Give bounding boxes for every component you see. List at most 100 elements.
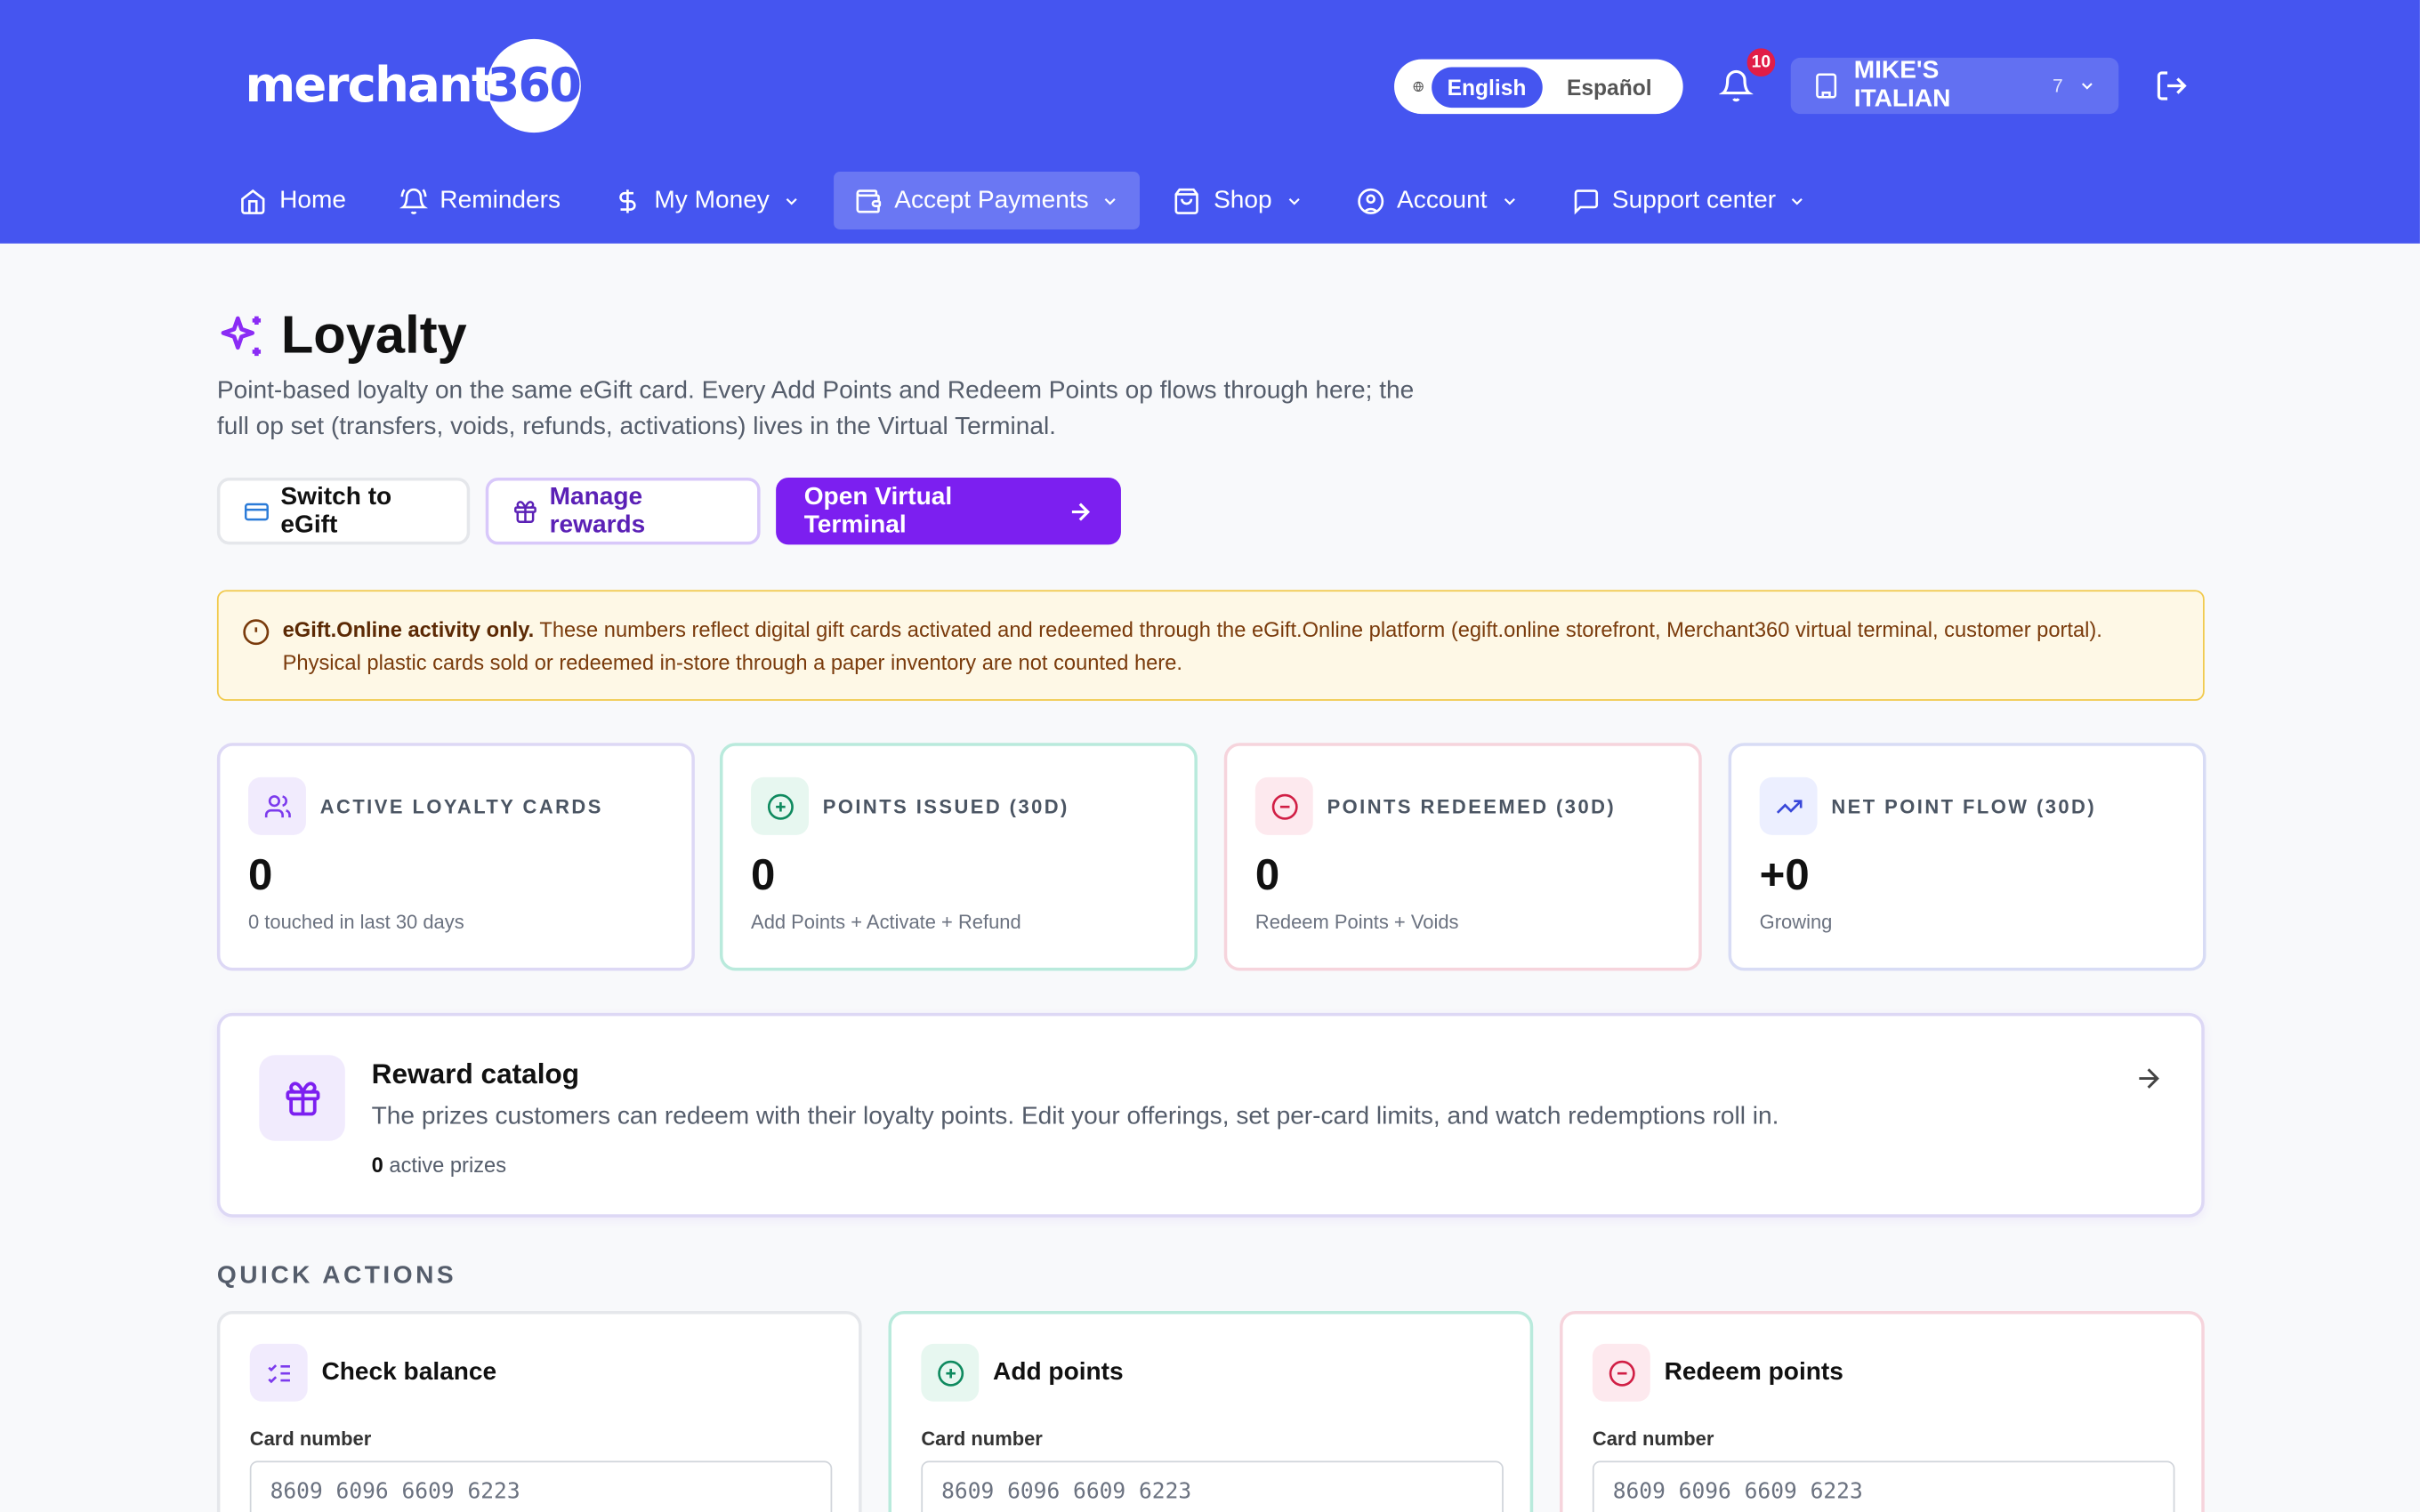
- stat-value: 0: [1254, 850, 1280, 899]
- list-check-icon: [267, 1363, 290, 1383]
- globe-icon: [1413, 81, 1424, 92]
- stat-card-active-loyalty: ACTIVE LOYALTY CARDS 0 0 touched in last…: [216, 743, 695, 971]
- page-description: Point-based loyalty on the same eGift ca…: [216, 377, 1415, 440]
- stat-card-points-issued: POINTS ISSUED (30D) 0 Add Points + Activ…: [719, 743, 1198, 971]
- users-icon: [263, 794, 290, 817]
- stat-value: 0: [751, 850, 776, 899]
- gift-icon: [285, 1081, 319, 1115]
- logo-text: merchant: [245, 57, 496, 115]
- switch-to-egift-button[interactable]: Switch to eGift: [216, 477, 471, 545]
- arrow-right-icon: [1071, 502, 1090, 520]
- alert-circle-icon: [243, 619, 270, 646]
- dollar-icon: [619, 189, 636, 213]
- quick-action-check-balance: Check balance Card number: [216, 1311, 862, 1512]
- bell-ring-icon: [399, 188, 428, 213]
- nav-home[interactable]: Home: [219, 172, 367, 229]
- merchant360-logo[interactable]: merchant 360: [245, 37, 582, 134]
- quick-actions-heading: QUICK ACTIONS: [216, 1262, 457, 1290]
- app-root: merchant 360 English Español 10 MIKE'S I…: [0, 0, 2420, 1512]
- page-title-row: Loyalty: [217, 306, 467, 366]
- catalog-description: The prizes customers can redeem with the…: [371, 1103, 1779, 1130]
- nav-shop[interactable]: Shop: [1153, 172, 1324, 229]
- nav-label: Accept Payments: [894, 186, 1089, 213]
- card-number-label: Card number: [921, 1428, 1043, 1451]
- active-prizes-count: 0: [371, 1153, 383, 1178]
- language-spanish-button[interactable]: Español: [1542, 67, 1677, 108]
- quick-action-title: Add points: [993, 1358, 1124, 1386]
- wallet-icon: [856, 189, 881, 213]
- nav-label: Home: [279, 186, 347, 213]
- stat-subtext: Redeem Points + Voids: [1254, 911, 1459, 934]
- plus-circle-icon: [937, 1359, 964, 1386]
- store-count: 7: [2052, 75, 2063, 97]
- page-title: Loyalty: [280, 305, 467, 366]
- card-number-input[interactable]: [921, 1460, 1504, 1512]
- sparkles-icon: [221, 315, 262, 356]
- minus-circle-icon: [1608, 1359, 1634, 1386]
- top-header: merchant 360 English Español 10 MIKE'S I…: [0, 0, 2420, 244]
- chat-icon: [1573, 189, 1598, 214]
- active-prizes-label: active prizes: [383, 1153, 507, 1178]
- stat-subtext: Growing: [1759, 911, 1833, 934]
- chevron-down-icon: [1792, 197, 1803, 205]
- card-number-label: Card number: [249, 1428, 372, 1451]
- language-switcher: English Español: [1394, 59, 1683, 115]
- nav-label: Account: [1397, 186, 1488, 213]
- home-icon: [241, 188, 265, 213]
- nav-label: Shop: [1214, 186, 1272, 213]
- main-nav: Home Reminders My Money Accept Payments …: [219, 172, 1840, 229]
- user-circle-icon: [1357, 188, 1383, 213]
- language-english-button[interactable]: English: [1432, 66, 1542, 108]
- button-label: Open Virtual Terminal: [803, 483, 953, 538]
- egift-activity-notice: eGift.Online activity only. These number…: [216, 590, 2205, 701]
- nav-reminders[interactable]: Reminders: [379, 172, 581, 229]
- credit-card-icon: [244, 502, 269, 520]
- card-number-input[interactable]: [1592, 1460, 2175, 1512]
- nav-account[interactable]: Account: [1336, 172, 1539, 229]
- notice-bold-text: eGift.Online activity only.: [282, 617, 535, 642]
- reward-catalog-card[interactable]: Reward catalog The prizes customers can …: [216, 1012, 2205, 1218]
- catalog-active-prizes: 0 active prizes: [372, 1154, 506, 1177]
- trend-up-icon: [1776, 799, 1802, 813]
- store-name: MIKE'S ITALIAN: [1853, 57, 1951, 113]
- minus-circle-icon: [1270, 792, 1297, 819]
- stat-card-points-redeemed: POINTS REDEEMED (30D) 0 Redeem Points + …: [1223, 743, 1702, 971]
- gift-icon: [514, 500, 536, 523]
- quick-action-title: Redeem points: [1664, 1358, 1843, 1386]
- stat-label: POINTS REDEEMED (30D): [1327, 795, 1617, 817]
- plus-circle-icon: [767, 792, 793, 819]
- open-virtual-terminal-button[interactable]: Open Virtual Terminal: [776, 477, 1121, 545]
- notice-text: These numbers reflect digital gift cards…: [282, 617, 2102, 675]
- arrow-right-icon[interactable]: [2133, 1063, 2164, 1094]
- chevron-down-icon: [2082, 83, 2093, 90]
- logout-icon[interactable]: [2155, 68, 2190, 103]
- stat-value: 0: [248, 850, 273, 899]
- manage-rewards-button[interactable]: Manage rewards: [485, 477, 761, 545]
- catalog-icon-box: [259, 1055, 345, 1141]
- nav-support-center[interactable]: Support center: [1551, 172, 1827, 229]
- nav-my-money[interactable]: My Money: [593, 172, 821, 229]
- notification-count-badge: 10: [1745, 46, 1777, 78]
- catalog-title: Reward catalog: [371, 1058, 580, 1090]
- notification-bell-icon[interactable]: [1719, 68, 1754, 103]
- stat-value: +0: [1759, 850, 1810, 899]
- quick-action-redeem-points: Redeem points Card number: [1560, 1311, 2205, 1512]
- building-icon: [1816, 73, 1837, 99]
- card-number-input[interactable]: [249, 1460, 833, 1512]
- chevron-down-icon: [1288, 197, 1300, 205]
- quick-action-title: Check balance: [321, 1358, 497, 1386]
- button-label: Manage rewards: [549, 483, 646, 538]
- stat-subtext: Add Points + Activate + Refund: [751, 911, 1021, 934]
- nav-label: Reminders: [440, 186, 561, 213]
- logo-badge: 360: [487, 38, 582, 133]
- button-label: Switch to eGift: [280, 483, 392, 538]
- store-selector[interactable]: MIKE'S ITALIAN 7: [1790, 57, 2119, 115]
- nav-label: Support center: [1611, 186, 1777, 213]
- stat-label: POINTS ISSUED (30D): [822, 795, 1069, 817]
- stat-label: ACTIVE LOYALTY CARDS: [319, 795, 603, 817]
- stat-card-net-point-flow: NET POINT FLOW (30D) +0 Growing: [1728, 743, 2206, 971]
- chevron-down-icon: [1504, 197, 1515, 205]
- stat-label: NET POINT FLOW (30D): [1831, 795, 2097, 817]
- chevron-down-icon: [1105, 197, 1117, 205]
- nav-accept-payments[interactable]: Accept Payments: [833, 172, 1141, 229]
